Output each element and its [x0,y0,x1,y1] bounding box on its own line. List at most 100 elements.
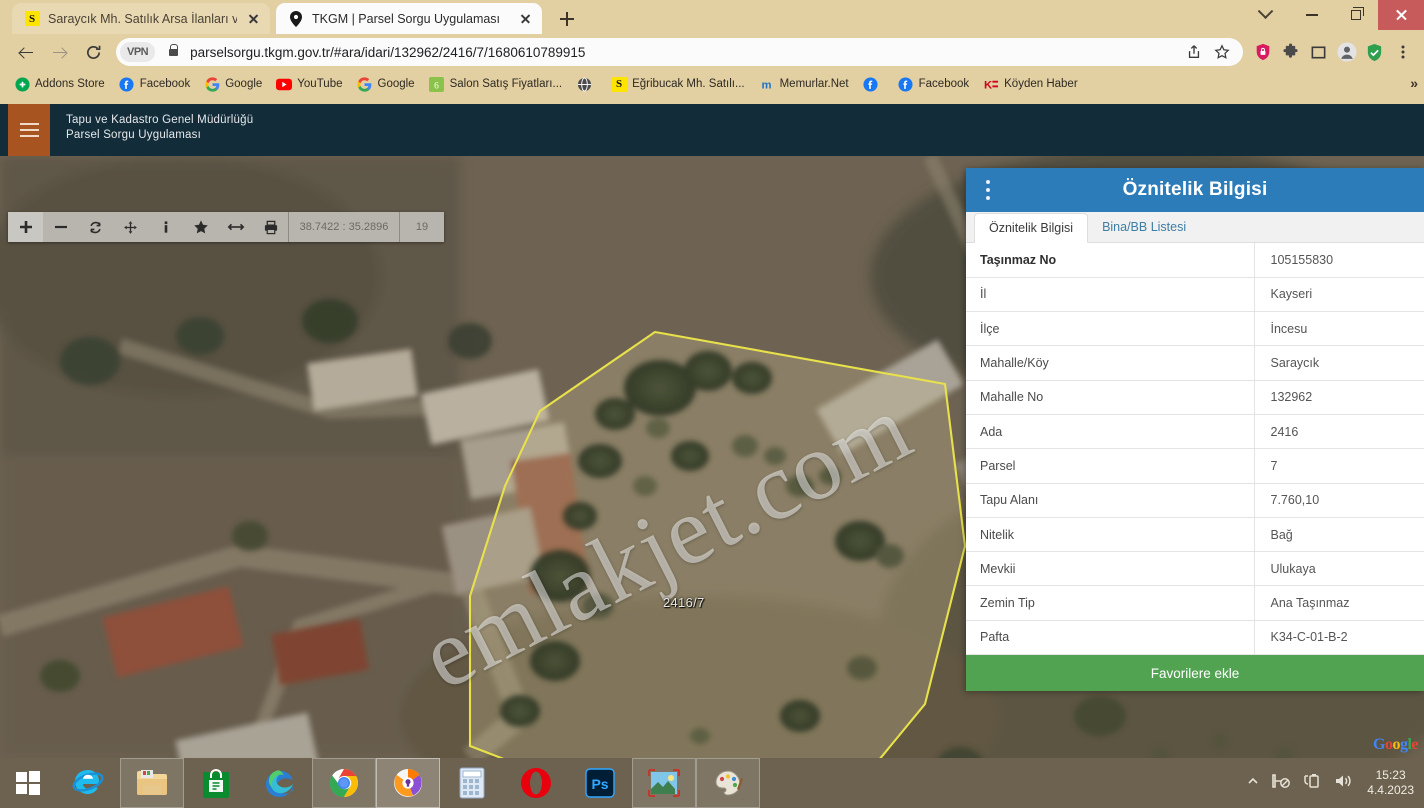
table-row: Ada 2416 [966,414,1424,450]
avast-secure-browser-icon[interactable] [376,758,440,808]
bookmark-memurlar-net[interactable]: m Memurlar.Net [753,74,855,94]
paint-icon[interactable] [696,758,760,808]
chrome-menu-icon[interactable] [1389,38,1416,66]
bookmark-globe[interactable] [570,74,603,94]
address-bar[interactable]: VPN parselsorgu.tkgm.gov.tr/#ara/idari/1… [116,38,1243,66]
attr-key: Mahalle No [966,380,1255,415]
bookmark-star-icon[interactable] [1209,40,1235,64]
globe-icon [576,76,592,92]
back-arrow-icon[interactable] [8,37,42,67]
opera-browser-icon[interactable] [504,758,568,808]
map-coordinates: 38.7422 : 35.2896 [299,221,389,233]
bookmark-addons-store[interactable]: Addons Store [8,74,111,94]
minimize-icon[interactable] [1290,0,1334,30]
table-row: Nitelik Bağ [966,517,1424,553]
close-icon[interactable] [245,10,262,27]
add-to-favorites-button[interactable]: Favorilere ekle [966,655,1424,692]
volume-icon[interactable] [1333,772,1353,795]
panel-kebab-menu-icon[interactable] [986,180,990,200]
clock-time: 15:23 [1375,768,1406,782]
google-g-icon [357,76,373,92]
table-row: İlçe İncesu [966,311,1424,347]
bookmark-google-2[interactable]: Google [351,74,421,94]
security-check-shield-icon[interactable] [1361,38,1388,66]
battery-icon[interactable] [1303,772,1321,795]
bookmark-label: Salon Satış Fiyatları... [449,78,563,90]
attr-key: Mahalle/Köy [966,345,1255,381]
close-icon[interactable] [1378,0,1424,30]
reload-icon[interactable] [76,37,110,67]
attr-key: Tapu Alanı [966,483,1255,518]
bookmark-facebook-3[interactable]: Facebook [892,74,976,94]
photos-viewer-icon[interactable] [632,758,696,808]
browser-tab-2[interactable]: TKGM | Parsel Sorgu Uygulaması [276,3,542,34]
bookmark-google-1[interactable]: Google [198,74,268,94]
password-shield-icon[interactable] [1249,38,1276,66]
bookmark-label: Facebook [139,78,191,90]
bookmarks-overflow-button[interactable]: » [1410,75,1418,91]
attr-value: Saraycık [1254,345,1424,381]
edge-browser-icon[interactable] [248,758,312,808]
zoom-in-icon[interactable] [8,212,43,242]
bookmark-egribucak[interactable]: S Eğribucak Mh. Satılı... [605,74,751,94]
photoshop-icon[interactable]: Ps [568,758,632,808]
favorite-star-icon[interactable] [183,212,218,242]
maximize-icon[interactable] [1334,0,1378,30]
attr-key: Mevkii [966,551,1255,587]
bookmark-label: Addons Store [35,78,105,90]
site-lock-icon[interactable] [163,44,183,56]
bookmark-facebook-1[interactable]: Facebook [113,74,197,94]
start-button-icon[interactable] [0,758,56,808]
attr-value: 105155830 [1254,243,1424,278]
attr-value: Bağ [1254,517,1424,553]
url-text[interactable]: parselsorgu.tkgm.gov.tr/#ara/idari/13296… [190,45,585,60]
tab-title: Saraycık Mh. Satılık Arsa İlanları v [48,11,237,26]
print-icon[interactable] [253,212,288,242]
show-hidden-icons-arrow[interactable] [1247,774,1259,792]
bookmark-salon-satis[interactable]: 6 Salon Satış Fiyatları... [423,74,569,94]
share-icon[interactable] [1181,40,1207,64]
attributes-table: Taşınmaz No 105155830 İl Kayseri İlçe İn… [966,243,1424,656]
microsoft-store-icon[interactable] [184,758,248,808]
info-icon[interactable] [148,212,183,242]
attr-key: Ada [966,414,1255,450]
tab-search-icon[interactable] [1240,0,1290,30]
file-explorer-icon[interactable] [120,758,184,808]
network-icon[interactable] [1271,772,1291,795]
app-header: Tapu ve Kadastro Genel Müdürlüğü Parsel … [0,104,1424,156]
browser-tab-1[interactable]: S Saraycık Mh. Satılık Arsa İlanları v [12,3,270,34]
bookmark-koyden-haber[interactable]: K Köyden Haber [977,74,1084,94]
calculator-icon[interactable] [440,758,504,808]
attr-key: Taşınmaz No [966,243,1255,278]
new-tab-button[interactable] [556,8,578,30]
measure-distance-icon[interactable] [218,212,253,242]
zoom-out-icon[interactable] [43,212,78,242]
attr-value: 7.760,10 [1254,483,1424,518]
taskbar-clock[interactable]: 15:23 4.4.2023 [1365,768,1414,798]
hamburger-menu-icon[interactable] [8,104,50,156]
svg-text:6: 6 [434,81,439,91]
bookmark-facebook-2[interactable] [857,74,890,94]
bookmark-label: Memurlar.Net [779,78,849,90]
forward-arrow-icon[interactable] [42,37,76,67]
chrome-browser-icon[interactable] [312,758,376,808]
youtube-icon [276,76,293,92]
bookmark-label: Eğribucak Mh. Satılı... [632,78,745,90]
vpn-badge-icon[interactable]: VPN [120,42,156,62]
facebook-icon [119,76,135,92]
profile-avatar-icon[interactable] [1333,38,1360,66]
internet-explorer-icon[interactable] [56,758,120,808]
attr-value: 2416 [1254,414,1424,450]
extensions-puzzle-icon[interactable] [1277,38,1304,66]
pan-move-icon[interactable] [113,212,148,242]
refresh-icon[interactable] [78,212,113,242]
attr-key: Nitelik [966,517,1255,553]
close-icon[interactable] [517,10,534,27]
google-g-icon [204,76,220,92]
tab-oznitelik-bilgisi[interactable]: Öznitelik Bilgisi [974,213,1089,243]
sahibinden-s-icon: S [24,11,40,27]
attr-key: İl [966,277,1255,313]
sidepanel-icon[interactable] [1305,38,1332,66]
tab-bina-bb-listesi[interactable]: Bina/BB Listesi [1088,212,1200,242]
bookmark-youtube[interactable]: YouTube [270,74,348,94]
